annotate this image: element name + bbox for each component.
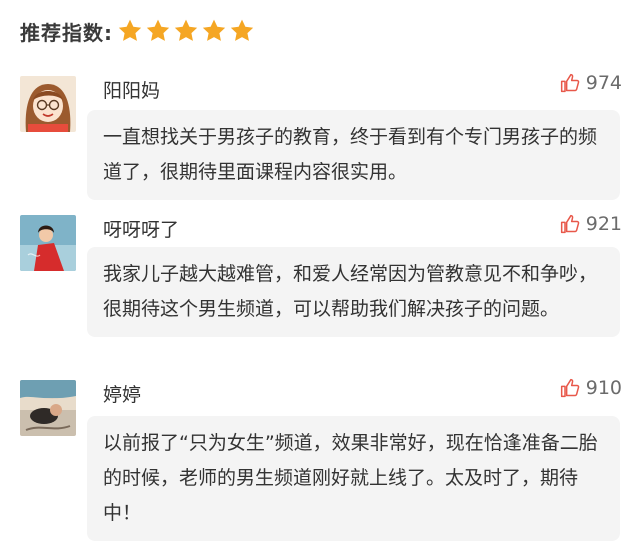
beach-photo-avatar[interactable]: [20, 380, 76, 436]
star-icon: [229, 18, 255, 44]
thumbs-up-icon: [560, 378, 580, 398]
like-button[interactable]: 910: [560, 377, 622, 399]
star-icon: [145, 18, 171, 44]
rating-row: 推荐指数:: [20, 14, 257, 48]
like-count: 921: [585, 213, 622, 235]
comment-username: 阳阳妈: [103, 80, 161, 102]
comment-text: 一直想找关于男孩子的教育，终于看到有个专门男孩子的频道了，很期待里面课程内容很实…: [87, 110, 620, 200]
thumbs-up-icon: [560, 214, 580, 234]
comment-username: 婷婷: [103, 384, 142, 406]
rating-stars: [117, 18, 257, 44]
comment-text: 以前报了“只为女生”频道，效果非常好，现在恰逢准备二胎的时候，老师的男生频道刚好…: [87, 416, 620, 541]
like-count: 974: [585, 72, 622, 94]
star-icon: [173, 18, 199, 44]
comment-username: 呀呀呀了: [103, 219, 180, 241]
like-button[interactable]: 974: [560, 72, 622, 94]
star-icon: [201, 18, 227, 44]
thumbs-up-icon: [560, 73, 580, 93]
cartoon-girl-avatar[interactable]: [20, 76, 76, 132]
star-icon: [117, 18, 143, 44]
girl-in-red-avatar[interactable]: [20, 215, 76, 271]
comment-text: 我家儿子越大越难管，和爱人经常因为管教意见不和争吵，很期待这个男生频道，可以帮助…: [87, 247, 620, 337]
like-button[interactable]: 921: [560, 213, 622, 235]
like-count: 910: [585, 377, 622, 399]
rating-label: 推荐指数:: [20, 20, 113, 45]
